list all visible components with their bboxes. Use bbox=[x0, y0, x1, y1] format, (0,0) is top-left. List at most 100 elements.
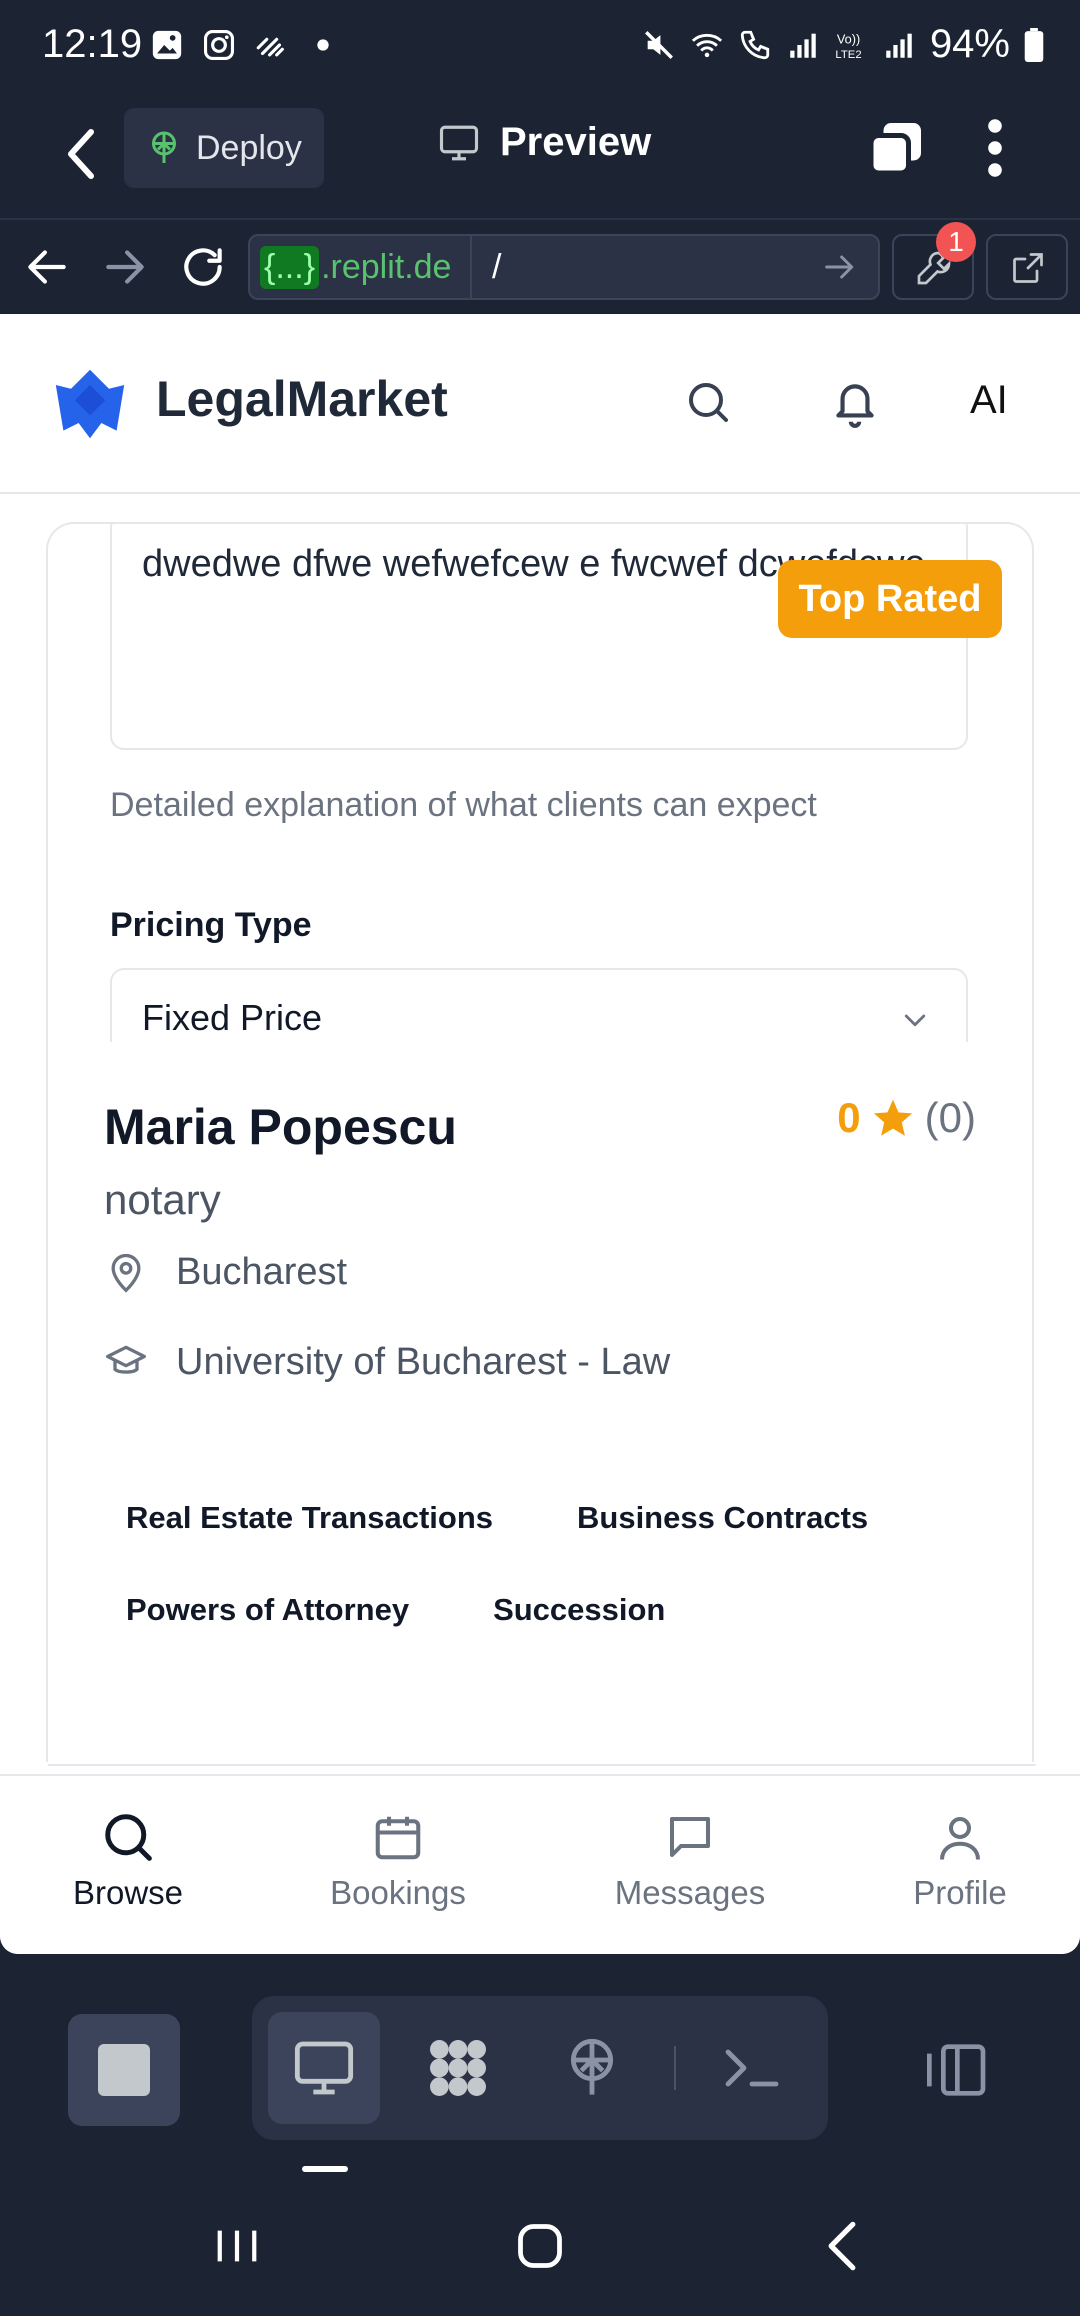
tool-separator bbox=[674, 2046, 676, 2090]
call-icon bbox=[740, 30, 770, 59]
tool-agent[interactable] bbox=[402, 2012, 514, 2124]
specialty-tag: Succession bbox=[493, 1592, 666, 1627]
nav-browse-label: Browse bbox=[72, 1874, 184, 1911]
rating-value: 0 bbox=[837, 1094, 861, 1141]
home-icon[interactable] bbox=[514, 2220, 566, 2272]
rating-count: (0) bbox=[924, 1094, 976, 1141]
activity-icon bbox=[256, 37, 284, 57]
deploy-icon bbox=[570, 2038, 614, 2095]
browser-back-icon[interactable] bbox=[22, 242, 72, 292]
volte-icon: Vo)) LTE2 bbox=[835, 31, 861, 60]
lawyer-role: notary bbox=[104, 1176, 221, 1223]
replit-bottom-toolbar bbox=[0, 1954, 1080, 2174]
search-icon bbox=[105, 1814, 152, 1861]
url-domain-badge: {...} bbox=[260, 245, 320, 289]
description-hint: Detailed explanation of what clients can… bbox=[110, 786, 817, 824]
url-domain-text: .replit.de bbox=[321, 247, 452, 286]
devtools-badge: 1 bbox=[936, 222, 976, 262]
monitor-icon bbox=[439, 125, 479, 160]
deploy-button[interactable]: Deploy bbox=[124, 108, 324, 188]
card-divider bbox=[48, 1764, 1036, 1766]
tool-shell[interactable] bbox=[696, 2012, 808, 2124]
system-back-icon[interactable] bbox=[824, 2220, 860, 2272]
specialty-tag: Powers of Attorney bbox=[126, 1592, 410, 1627]
android-nav-bar bbox=[0, 2174, 1080, 2316]
nav-messages[interactable]: Messages bbox=[580, 1810, 800, 1912]
browser-forward-icon[interactable] bbox=[100, 242, 150, 292]
external-link-icon bbox=[1013, 253, 1043, 283]
stop-icon bbox=[98, 2044, 150, 2096]
deploy-icon bbox=[152, 131, 176, 163]
dot-icon bbox=[317, 39, 329, 51]
battery-icon bbox=[1024, 27, 1044, 62]
bottom-nav: Browse Bookings Messages Profile bbox=[0, 1774, 1080, 1954]
open-new-tab-button[interactable] bbox=[986, 234, 1068, 300]
signal-icon bbox=[790, 33, 816, 58]
nav-profile-label: Profile bbox=[913, 1874, 1007, 1911]
terminal-icon bbox=[725, 2049, 779, 2087]
instagram-icon bbox=[203, 29, 235, 61]
svg-text:LTE2: LTE2 bbox=[835, 48, 861, 60]
active-tab-indicator bbox=[302, 2166, 348, 2172]
battery-percent: 94% bbox=[929, 22, 1010, 66]
search-icon[interactable] bbox=[684, 378, 732, 426]
nav-messages-label: Messages bbox=[614, 1874, 766, 1911]
stop-button[interactable] bbox=[68, 2014, 180, 2126]
back-chevron-icon[interactable] bbox=[58, 124, 108, 184]
notification-icons bbox=[150, 28, 340, 62]
nav-browse[interactable]: Browse bbox=[18, 1810, 238, 1912]
education-row: University of Bucharest - Law bbox=[104, 1340, 670, 1384]
mute-icon bbox=[644, 30, 673, 59]
url-go-icon[interactable] bbox=[820, 247, 860, 287]
status-bar: 12:19 Vo)) LTE2 94% bbox=[0, 0, 1080, 94]
reload-icon[interactable] bbox=[178, 242, 228, 292]
panels-icon[interactable] bbox=[922, 2042, 988, 2098]
logo-icon bbox=[55, 369, 125, 439]
ai-button[interactable]: AI bbox=[970, 378, 1008, 423]
app-header: LegalMarket AI bbox=[0, 314, 1080, 494]
chat-icon bbox=[669, 1816, 711, 1858]
pricing-type-value: Fixed Price bbox=[142, 997, 323, 1038]
agent-icon bbox=[430, 2040, 486, 2096]
top-rated-badge: Top Rated bbox=[778, 560, 1002, 638]
specialty-tag: Business Contracts bbox=[577, 1500, 869, 1535]
preview-tab[interactable]: Preview bbox=[438, 120, 651, 165]
tool-deploy[interactable] bbox=[536, 2012, 648, 2124]
gallery-icon bbox=[152, 30, 182, 60]
pricing-type-select[interactable]: Fixed Price bbox=[110, 968, 968, 1042]
nav-bookings-label: Bookings bbox=[330, 1874, 466, 1911]
url-field[interactable]: {...} .replit.de / bbox=[248, 234, 880, 300]
education-text: University of Bucharest - Law bbox=[176, 1340, 671, 1383]
url-bar-row: {...} .replit.de / 1 bbox=[0, 218, 1080, 314]
brand-name: LegalMarket bbox=[156, 371, 448, 427]
monitor-icon bbox=[294, 2041, 354, 2095]
tool-preview[interactable] bbox=[268, 2012, 380, 2124]
calendar-icon bbox=[375, 1816, 421, 1860]
lawyer-name: Maria Popescu bbox=[104, 1099, 457, 1155]
pricing-type-label: Pricing Type bbox=[110, 906, 312, 944]
star-icon bbox=[873, 1099, 912, 1136]
replit-toolbar: Deploy Preview bbox=[0, 94, 1080, 218]
tool-switcher bbox=[252, 1996, 828, 2140]
more-menu-icon[interactable] bbox=[980, 118, 1010, 178]
wifi-icon bbox=[691, 33, 723, 57]
windows-icon[interactable] bbox=[866, 118, 926, 178]
app-preview: LegalMarket AI dwedwe dfwe wefwefcew e f… bbox=[0, 314, 1080, 1954]
url-path: / bbox=[492, 247, 502, 286]
signal-icon-2 bbox=[886, 33, 912, 58]
location-text: Bucharest bbox=[176, 1250, 348, 1293]
specialty-tag: Real Estate Transactions bbox=[126, 1500, 493, 1535]
rating: 0 (0) bbox=[837, 1094, 976, 1142]
map-pin-icon bbox=[111, 1253, 141, 1293]
lawyer-card[interactable]: Maria Popescu 0 (0) notary Bucharest Uni… bbox=[46, 1042, 1036, 1766]
nav-profile[interactable]: Profile bbox=[850, 1810, 1070, 1912]
recents-icon[interactable] bbox=[214, 2226, 260, 2266]
location-row: Bucharest bbox=[104, 1250, 347, 1294]
preview-label: Preview bbox=[500, 120, 652, 164]
nav-bookings[interactable]: Bookings bbox=[288, 1810, 508, 1912]
specialties-list: Real Estate Transactions Business Contra… bbox=[104, 1482, 1004, 1646]
devtools-button[interactable]: 1 bbox=[892, 222, 976, 300]
bell-icon[interactable] bbox=[830, 376, 880, 430]
service-form-card: dwedwe dfwe wefwefcew e fwcwef dcwefdcwe… bbox=[46, 522, 1034, 1042]
user-icon bbox=[939, 1816, 981, 1860]
